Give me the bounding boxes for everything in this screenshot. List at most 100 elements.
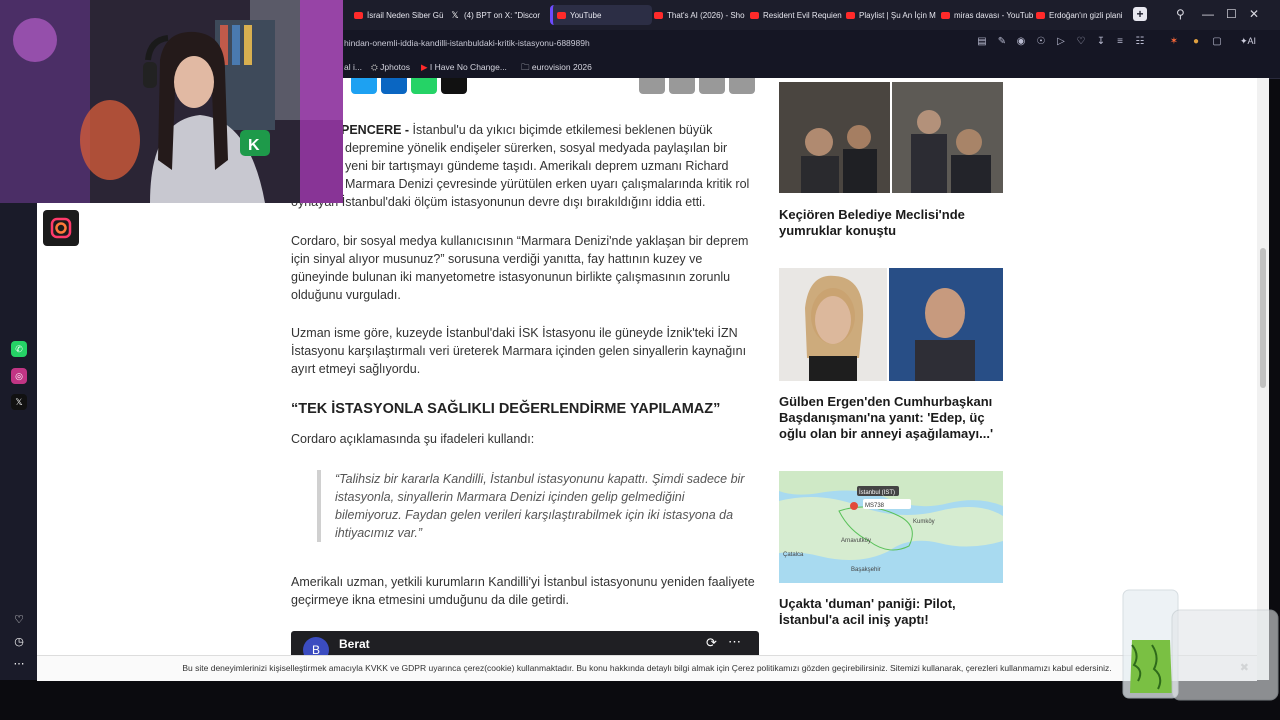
tab-playlist[interactable]: Playlist | Şu An İçin M xyxy=(842,5,938,25)
extension-fox-icon[interactable]: ✶ xyxy=(1168,36,1180,48)
extension-icon[interactable]: ● xyxy=(1190,36,1202,48)
share-bluesky-button[interactable] xyxy=(351,78,377,94)
map-label-basaksehir: Başakşehir xyxy=(851,567,881,573)
news-thumbnail-3-map[interactable]: İstanbul (IST) MS738 Kumköy Arnavutköy Ç… xyxy=(779,471,1003,583)
camera-icon[interactable]: ◉ xyxy=(1015,36,1027,48)
article-paragraph-2: Cordaro, bir sosyal medya kullanıcısının… xyxy=(291,234,749,302)
folder-icon: 🗀 xyxy=(521,62,532,72)
tab-label: Erdoğan'ın gizli plani xyxy=(1049,10,1123,20)
cookie-text: Bu site deneyimlerinizi kişiselleştirmek… xyxy=(182,663,1112,673)
play-icon[interactable]: ▷ xyxy=(1055,36,1067,48)
instagram-follow-icon[interactable] xyxy=(43,210,79,246)
map-city-label: İstanbul (IST) xyxy=(859,489,895,496)
article-subheading: “TEK İSTASYONLA SAĞLIKLI DEĞERLENDİRME Y… xyxy=(291,401,721,417)
bookmark-eurovision[interactable]: 🗀 eurovision 2026 xyxy=(521,62,592,76)
minimize-icon[interactable]: — xyxy=(1202,7,1214,21)
bookmark-ihnc[interactable]: ▶ I Have No Change... xyxy=(421,62,507,73)
map-label-catalca: Çatalca xyxy=(783,552,804,558)
tab-label: YouTube xyxy=(570,10,602,20)
article-paragraph-3: Uzman isme göre, kuzeyde İstanbul'daki İ… xyxy=(291,326,747,376)
share-whatsapp-button[interactable] xyxy=(411,78,437,94)
refresh-icon[interactable]: ⟳ xyxy=(706,635,717,651)
font-increase-button[interactable] xyxy=(669,78,695,94)
search-tabs-icon[interactable]: ⚲ xyxy=(1176,7,1185,21)
ai-label: AI xyxy=(1247,36,1257,46)
article-paragraph-5: Amerikalı uzman, yetkili kurumların Kand… xyxy=(291,575,755,607)
glass-overlay xyxy=(1120,585,1280,705)
tab-label: That's AI (2026) - Sho xyxy=(667,10,745,20)
more-options-icon[interactable]: ⋯ xyxy=(728,634,741,650)
p1-line: yeni bir tartışmayı gündeme taşıdı. Amer… xyxy=(345,159,729,173)
instagram-icon[interactable]: ◎ xyxy=(11,368,27,384)
tab-youtube[interactable]: YouTube xyxy=(550,5,652,25)
bookmark-label: I Have No Change... xyxy=(429,62,507,72)
youtube-icon xyxy=(941,11,950,19)
maximize-icon[interactable]: ☐ xyxy=(1226,7,1237,21)
p1-line: oynayan İstanbul'daki ölçüm istasyonunun… xyxy=(291,195,706,209)
tab-label: (4) BPT on X: "Discor xyxy=(464,10,541,20)
news-thumbnail-2[interactable] xyxy=(779,268,1003,381)
bookmark-label: Jphotos xyxy=(380,62,410,72)
x-icon[interactable]: 𝕏 xyxy=(11,394,27,410)
wallet-icon[interactable]: ☷ xyxy=(1134,36,1146,48)
shield-icon[interactable]: ☉ xyxy=(1035,36,1047,48)
youtube-icon xyxy=(557,11,566,19)
tab-miras[interactable]: miras davası - YouTub xyxy=(937,5,1033,25)
tab-label: Playlist | Şu An İçin M xyxy=(859,10,936,20)
tab-label: İsrail Neden Siber Gü xyxy=(367,10,444,20)
youtube-icon xyxy=(846,11,855,19)
map-label-arnavutkoy: Arnavutköy xyxy=(841,538,871,544)
tweet-author: Berat xyxy=(339,637,370,651)
heart-icon[interactable]: ♡ xyxy=(1075,36,1087,48)
youtube-icon xyxy=(654,11,663,19)
article-blockquote: “Talihsiz bir kararla Kandilli, İstanbul… xyxy=(317,470,745,542)
new-tab-button[interactable]: + xyxy=(1133,7,1147,21)
bookmark-item[interactable]: al i... xyxy=(344,62,362,72)
youtube-icon xyxy=(354,11,363,19)
p1-line: Marmara Denizi çevresinde yürütülen erke… xyxy=(345,177,750,191)
whatsapp-icon[interactable]: ✆ xyxy=(11,341,27,357)
edit-icon[interactable]: ✎ xyxy=(996,36,1008,48)
scrollbar-thumb[interactable] xyxy=(1260,248,1266,388)
share-linkedin-button[interactable] xyxy=(381,78,407,94)
cube-icon[interactable]: ▢ xyxy=(1211,36,1223,48)
map-label-kumkoy: Kumköy xyxy=(913,519,935,525)
news-title-3[interactable]: Uçakta 'duman' paniği: Pilot, İstanbul'a… xyxy=(779,596,1003,628)
history-icon[interactable]: ◷ xyxy=(11,634,27,650)
p1-line: depremine yönelik endişeler sürerken, so… xyxy=(345,141,728,155)
youtube-icon xyxy=(750,11,759,19)
webcam-overlay: K xyxy=(0,0,343,203)
tab-resident-evil[interactable]: Resident Evil Requien xyxy=(746,5,842,25)
close-window-icon[interactable]: ✕ xyxy=(1249,7,1259,21)
ai-button[interactable]: ✦AI xyxy=(1240,36,1256,47)
heart-icon[interactable]: ♡ xyxy=(11,612,27,628)
bookmark-button[interactable] xyxy=(729,78,755,94)
share-threads-button[interactable] xyxy=(441,78,467,94)
font-decrease-button[interactable] xyxy=(699,78,725,94)
p1-line: İstanbul'u da yıkıcı biçimde etkilemesi … xyxy=(409,123,713,137)
youtube-icon xyxy=(1036,11,1045,19)
x-icon: 𝕏 xyxy=(451,9,459,20)
map-flight-label: MS738 xyxy=(865,503,885,509)
tab-bpt-x[interactable]: 𝕏 (4) BPT on X: "Discor xyxy=(446,5,546,25)
article-paragraph-4: Cordaro açıklamasında şu ifadeleri kulla… xyxy=(291,432,535,446)
photos-icon: ⛭ xyxy=(371,62,381,72)
print-button[interactable] xyxy=(639,78,665,94)
more-icon[interactable]: ⋯ xyxy=(11,656,27,672)
svg-text:K: K xyxy=(248,137,260,154)
lead-tag: PENCERE - xyxy=(341,123,410,137)
news-thumbnail-1[interactable] xyxy=(779,82,1003,193)
url-field[interactable]: hindan-onemli-iddia-kandilli-istanbuldak… xyxy=(344,38,590,48)
menu-icon[interactable]: ≡ xyxy=(1114,36,1126,48)
news-title-2[interactable]: Gülben Ergen'den Cumhurbaşkanı Başdanışm… xyxy=(779,394,1003,442)
news-title-1[interactable]: Keçiören Belediye Meclisi'nde yumruklar … xyxy=(779,207,1003,239)
download-icon[interactable]: ↧ xyxy=(1095,36,1107,48)
tab-thats-ai[interactable]: That's AI (2026) - Sho xyxy=(650,5,746,25)
youtube-icon: ▶ xyxy=(421,62,430,72)
bookmark-jphotos[interactable]: ⛭ Jphotos xyxy=(371,62,410,73)
tab-label: miras davası - YouTub xyxy=(954,10,1033,20)
reader-icon[interactable]: ▤ xyxy=(976,36,988,48)
ai-spark-icon: ✦ xyxy=(1240,36,1248,46)
tab-erdogan[interactable]: Erdoğan'ın gizli plani xyxy=(1032,5,1130,25)
tab-israil[interactable]: İsrail Neden Siber Gü xyxy=(350,5,446,25)
